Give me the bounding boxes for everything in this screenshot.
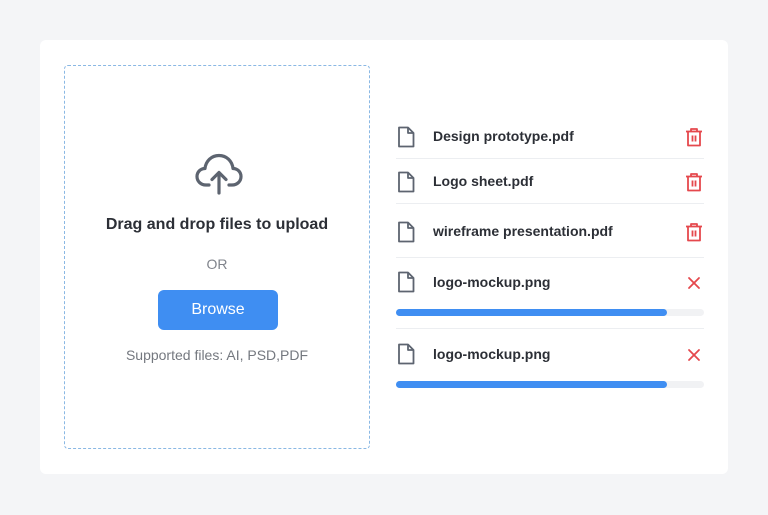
file-icon	[398, 126, 415, 148]
file-icon	[398, 221, 415, 243]
file-row: logo-mockup.png	[396, 271, 704, 317]
divider	[396, 328, 704, 329]
file-name: Design prototype.pdf	[433, 128, 574, 144]
file-row: Design prototype.pdf	[396, 126, 704, 148]
file-row: Logo sheet.pdf	[396, 171, 704, 193]
trash-icon[interactable]	[684, 127, 704, 147]
progress-fill	[396, 309, 668, 316]
file-name: logo-mockup.png	[433, 274, 551, 290]
divider	[396, 257, 704, 258]
cloud-upload-icon	[195, 153, 243, 195]
dropzone[interactable]: Drag and drop files to upload OR Browse …	[64, 65, 370, 449]
supported-files-text: Supported files: AI, PSD,PDF	[125, 347, 309, 363]
dropzone-title: Drag and drop files to upload	[105, 216, 329, 233]
or-separator: OR	[206, 256, 228, 272]
trash-icon[interactable]	[684, 172, 704, 192]
file-name: Logo sheet.pdf	[433, 173, 534, 189]
upload-card: Drag and drop files to upload OR Browse …	[40, 40, 728, 474]
close-icon[interactable]	[684, 345, 704, 365]
file-name: wireframe presentation.pdf	[433, 223, 613, 239]
file-row: logo-mockup.png	[396, 343, 704, 389]
file-icon	[398, 171, 415, 193]
progress-bar	[396, 381, 704, 388]
divider	[396, 158, 704, 159]
progress-fill	[396, 381, 668, 388]
trash-icon[interactable]	[684, 222, 704, 242]
file-icon	[398, 271, 415, 293]
file-name: logo-mockup.png	[433, 346, 551, 362]
browse-button[interactable]: Browse	[158, 290, 278, 330]
file-row: wireframe presentation.pdf	[396, 221, 704, 243]
progress-bar	[396, 309, 704, 316]
close-icon[interactable]	[684, 273, 704, 293]
divider	[396, 203, 704, 204]
file-icon	[398, 343, 415, 365]
